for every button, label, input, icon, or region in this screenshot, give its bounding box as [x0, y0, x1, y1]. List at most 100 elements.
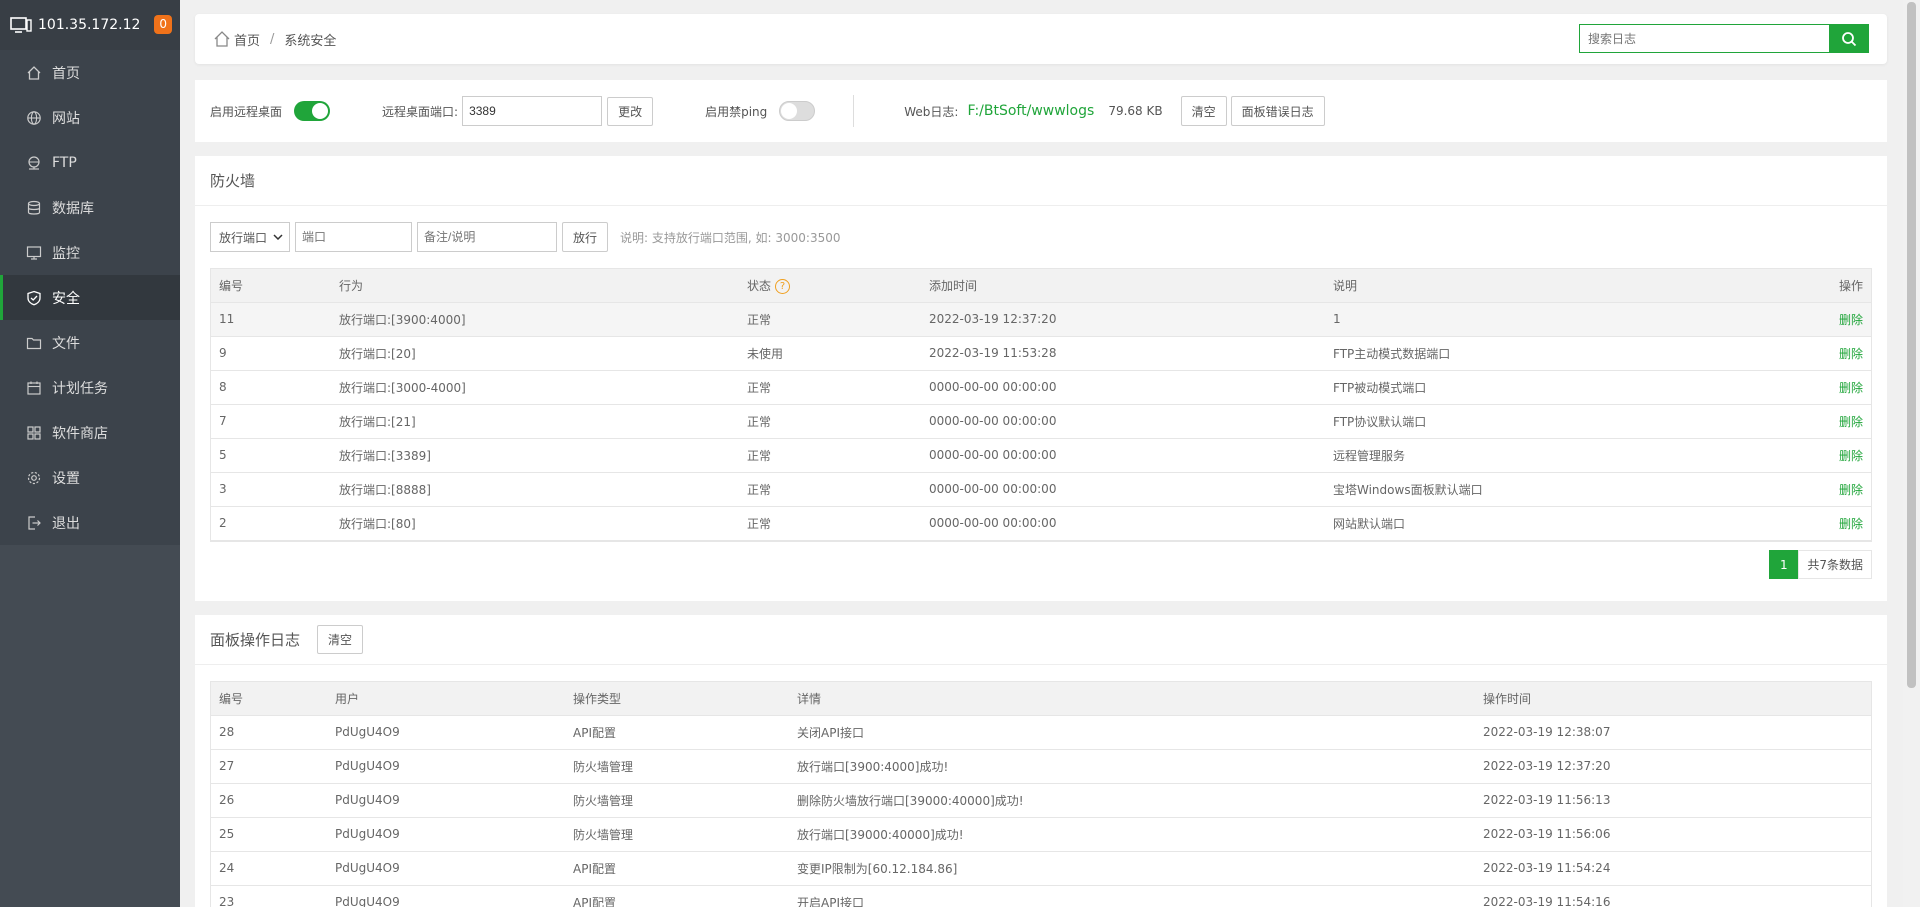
sidebar-item-label: 软件商店: [52, 425, 108, 442]
delete-link[interactable]: 删除: [1725, 370, 1871, 405]
server-ip: 101.35.172.12: [38, 17, 141, 33]
cell-detail: 删除防火墙放行端口[39000:40000]成功!: [789, 783, 1475, 818]
sidebar-item-label: 监控: [52, 245, 80, 262]
cell-detail: 放行端口[3900:4000]成功!: [789, 749, 1475, 784]
ping-toggle[interactable]: [779, 101, 816, 121]
change-port-button[interactable]: 更改: [607, 96, 654, 126]
notification-badge[interactable]: 0: [154, 15, 172, 34]
page-total: 共7条数据: [1798, 550, 1872, 579]
table-row: 8 放行端口:[3000-4000] 正常 0000-00-00 00:00:00 FT…: [211, 370, 1871, 405]
home-icon: [214, 31, 230, 47]
port-input[interactable]: [295, 222, 412, 252]
note-input[interactable]: [417, 222, 557, 252]
col-id: 编号: [211, 269, 331, 303]
sidebar-item-10[interactable]: 退出: [0, 500, 180, 545]
table-row: 2 放行端口:[80] 正常 0000-00-00 00:00:00 网站默认端口 删除: [211, 506, 1871, 541]
sidebar-item-label: 首页: [52, 65, 80, 82]
sidebar-item-label: FTP: [52, 154, 77, 171]
cell-action: 放行端口:[21]: [331, 404, 739, 439]
calendar-icon: [27, 381, 41, 395]
search-input[interactable]: [1579, 24, 1829, 53]
cell-time: 2022-03-19 12:38:07: [1475, 715, 1871, 750]
oplog-header: 面板操作日志 清空: [195, 615, 1887, 665]
scrollbar-thumb[interactable]: [1907, 2, 1916, 688]
sidebar-item-0[interactable]: 首页: [0, 50, 180, 95]
delete-link[interactable]: 删除: [1725, 506, 1871, 541]
cell-action: 放行端口:[3000-4000]: [331, 370, 739, 405]
breadcrumb-home-label: 首页: [234, 33, 261, 49]
help-icon[interactable]: ?: [775, 278, 791, 294]
col-action: 行为: [331, 269, 739, 303]
firewall-form: 放行端口 放行 说明: 支持放行端口范围, 如: 3000:3500: [210, 222, 840, 252]
page-current[interactable]: 1: [1769, 550, 1799, 579]
cell-status: 正常: [739, 472, 921, 507]
cell-status: 正常: [739, 506, 921, 541]
table-row: 25 PdUgU4O9 防火墙管理 放行端口[39000:40000]成功! 2022-…: [211, 817, 1871, 852]
breadcrumb-current: 系统安全: [284, 33, 337, 49]
page-scrollbar[interactable]: [1903, 0, 1920, 907]
cell-id: 24: [211, 851, 327, 886]
panel-error-log-button[interactable]: 面板错误日志: [1230, 96, 1325, 126]
monitor-icon: [10, 17, 32, 33]
oplog-title: 面板操作日志: [210, 631, 301, 649]
cell-action: 放行端口:[80]: [331, 506, 739, 541]
pagination: 1 共7条数据: [1769, 550, 1872, 579]
clear-oplog-button[interactable]: 清空: [317, 625, 364, 654]
sidebar-item-5[interactable]: 安全: [0, 275, 180, 320]
search-button[interactable]: [1829, 24, 1869, 53]
sidebar-item-2[interactable]: FTP: [0, 140, 180, 185]
cell-type: 防火墙管理: [565, 749, 789, 784]
oplog-panel: 面板操作日志 清空 编号 用户 操作类型 详情 操作时间 28 PdUgU4O9 A…: [195, 615, 1887, 907]
remote-desktop-label: 启用远程桌面: [210, 104, 283, 119]
cell-id: 8: [211, 370, 331, 405]
sidebar-item-1[interactable]: 网站: [0, 95, 180, 140]
cell-time: 0000-00-00 00:00:00: [921, 472, 1325, 507]
delete-link[interactable]: 删除: [1725, 404, 1871, 439]
sidebar-item-8[interactable]: 软件商店: [0, 410, 180, 455]
sidebar-item-label: 文件: [52, 335, 80, 352]
log-col-id: 编号: [211, 682, 327, 716]
allow-port-button[interactable]: 放行: [562, 222, 609, 252]
clear-weblog-button[interactable]: 清空: [1180, 96, 1227, 126]
server-header: 101.35.172.12 0: [0, 0, 180, 50]
rule-type-select[interactable]: 放行端口: [210, 222, 290, 252]
table-row: 26 PdUgU4O9 防火墙管理 删除防火墙放行端口[39000:40000]成功!…: [211, 783, 1871, 818]
cell-id: 26: [211, 783, 327, 818]
home-icon: [27, 65, 41, 80]
cell-detail: 放行端口[39000:40000]成功!: [789, 817, 1475, 852]
cell-detail: 开启API接口: [789, 885, 1475, 907]
weblog-path-link[interactable]: F:/BtSoft/wwwlogs: [967, 103, 1094, 119]
monitor-icon: [26, 245, 42, 260]
table-row: 5 放行端口:[3389] 正常 0000-00-00 00:00:00 远程管理服务删…: [211, 438, 1871, 473]
cell-type: 防火墙管理: [565, 783, 789, 818]
cell-user: PdUgU4O9: [327, 715, 565, 750]
sidebar-item-6[interactable]: 文件: [0, 320, 180, 365]
cell-time: 2022-03-19 12:37:20: [1475, 749, 1871, 784]
ping-label: 启用禁ping: [705, 104, 768, 119]
rule-type-value: 放行端口: [219, 230, 268, 245]
cell-user: PdUgU4O9: [327, 851, 565, 886]
sidebar-item-7[interactable]: 计划任务: [0, 365, 180, 410]
cell-time: 0000-00-00 00:00:00: [921, 370, 1325, 405]
cell-note: 网站默认端口: [1325, 506, 1725, 541]
cell-time: 0000-00-00 00:00:00: [921, 506, 1325, 541]
sidebar-item-4[interactable]: 监控: [0, 230, 180, 275]
delete-link[interactable]: 删除: [1725, 336, 1871, 371]
cell-note: 1: [1325, 302, 1725, 337]
delete-link[interactable]: 删除: [1725, 472, 1871, 507]
delete-link[interactable]: 删除: [1725, 302, 1871, 337]
remote-desktop-toggle[interactable]: [294, 101, 331, 121]
sidebar-item-9[interactable]: 设置: [0, 455, 180, 500]
remote-port-input[interactable]: [462, 96, 603, 126]
breadcrumb-home[interactable]: 首页: [213, 30, 260, 49]
cell-time: 0000-00-00 00:00:00: [921, 438, 1325, 473]
sidebar-item-3[interactable]: 数据库: [0, 185, 180, 230]
delete-link[interactable]: 删除: [1725, 438, 1871, 473]
col-status-label: 状态: [747, 278, 772, 293]
sidebar-menu: 首页网站 FTP 数据库监控安全文件计划任务软件商店设置 退出: [0, 50, 180, 545]
firewall-panel: 防火墙 放行端口 放行 说明: 支持放行端口范围, 如: 3000:3500 编…: [195, 156, 1887, 601]
cell-status: 正常: [739, 438, 921, 473]
folder-icon: [26, 337, 42, 349]
col-op: 操作: [1725, 269, 1871, 303]
breadcrumb: 首页 / 系统安全: [195, 14, 1887, 64]
